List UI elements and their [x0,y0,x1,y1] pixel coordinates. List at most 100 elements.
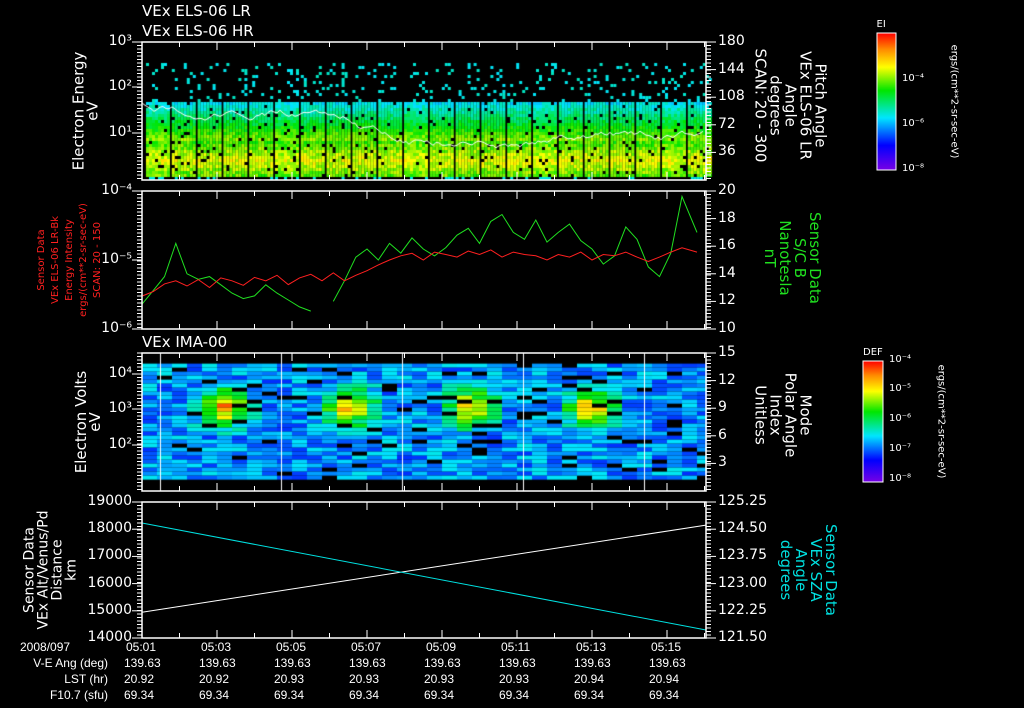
row-label: V-E Ang (deg) [33,656,108,670]
row-value: 139.63 [199,656,236,670]
polar-index-tick-label: 6 [718,426,727,443]
bfield-tick-label: 12 [718,292,736,309]
polar-index-tick-label: 9 [718,399,727,416]
sza-line [141,522,707,631]
bfield-tick-label: 16 [718,237,736,254]
energy-tick-label: 10³ [108,33,132,49]
row-label: F10.7 (sfu) [49,688,108,702]
time-label: 05:09 [426,640,457,654]
time-label: 05:13 [576,640,607,654]
row-value: 139.63 [424,656,461,670]
row-value: 69.34 [199,688,230,702]
distance-tick-label: 19000 [87,493,132,509]
row-value: 69.34 [274,688,305,702]
panel-frame-4 [141,501,707,639]
bfield-tick-label: 20 [718,182,736,198]
row-value: 69.34 [349,688,380,702]
intensity-tick-label: 10⁻⁶ [101,320,132,336]
row-value: 139.63 [649,656,686,670]
polar-index-tick-label: 3 [718,454,727,471]
energy-tick-label: 10¹ [108,124,132,140]
row-value: 139.63 [274,656,311,670]
ei-colorbar [876,32,897,171]
row-value: 69.34 [574,688,605,702]
sza-tick-label: 124.50 [718,520,767,537]
row-label: LST (hr) [64,672,108,686]
sza-tick-label: 123.00 [718,574,767,591]
def-colorbar-units: ergs/(cm**2-sr-sec-eV) [935,364,947,479]
panel1-title-lr: VEx ELS-06 LR [142,2,251,20]
ion-energy-tick-label: 10² [108,436,132,452]
row-value: 139.63 [124,656,161,670]
panel2-ylabel: Sensor Data VEx ELS-06 LR-Bk Energy Inte… [35,203,103,317]
panel4-y2label: Sensor Data VEx SZA Angle degrees [777,524,840,616]
panel-frame-1 [141,41,707,181]
distance-tick-label: 16000 [87,574,132,591]
row-value: 69.34 [124,688,155,702]
pitch-angle-tick-label: 144 [718,60,745,77]
sza-tick-label: 121.50 [718,629,767,645]
row-value: 20.93 [424,672,455,686]
pitch-angle-tick-label: 180 [718,33,745,49]
distance-tick-label: 15000 [87,601,132,618]
panel2-y2label: Sensor Data S/C B Nanotesla nT [761,212,824,304]
energy-tick-label: 10² [108,78,132,94]
bfield-tick-label: 14 [718,264,736,281]
panel3-y2label: Mode Polar Angle Index Unitless [750,372,814,458]
time-label: 05:03 [201,640,232,654]
def-colorbar-tick: 10⁻⁸ [889,473,912,484]
panel1-title-hr: VEx ELS-06 HR [142,22,254,40]
magnetic-field-line [141,194,698,312]
time-label: 05:05 [276,640,307,654]
time-label: 05:01 [126,640,157,654]
energy-intensity-line [141,247,698,297]
bfield-tick-label: 10 [718,320,736,336]
row-value: 20.92 [124,672,155,686]
polar-index-tick-label: 12 [718,371,736,388]
row-value: 69.34 [424,688,455,702]
sza-tick-label: 122.25 [718,601,767,618]
ei-colorbar-units: ergs/(cm**2-sr-sec-eV) [948,44,960,159]
distance-tick-label: 17000 [87,547,132,564]
row-value: 139.63 [349,656,386,670]
panel1-y2label: Pitch Angle VEx ELS-06 LR Angle degrees … [751,48,830,162]
row-value: 139.63 [499,656,536,670]
ei-colorbar-tick: 10⁻⁸ [902,163,925,174]
altitude-line [141,524,707,613]
row-value: 20.94 [649,672,680,686]
row-value: 20.93 [499,672,530,686]
distance-tick-label: 18000 [87,520,132,537]
pitch-angle-tick-label: 72 [718,115,736,132]
def-colorbar-tick: 10⁻⁵ [889,383,912,394]
panel-frame-3 [141,352,707,492]
date-label: 2008/097 [20,640,71,654]
def-colorbar-tick: 10⁻⁶ [889,413,912,424]
ei-colorbar-label: EI [876,19,886,30]
def-colorbar [862,360,884,483]
panel3-ylabel: Electron Volts eV [72,370,105,474]
ei-colorbar-tick: 10⁻⁶ [902,118,925,129]
panel4-ylabel: Sensor Data VEx Alt/Venus/Pd Distance km [21,510,80,630]
def-colorbar-tick: 10⁻⁷ [889,443,912,454]
row-value: 69.34 [649,688,680,702]
row-value: 20.94 [574,672,605,686]
panel1-ylabel: Electron Energy eV [68,51,101,171]
polar-index-tick-label: 15 [718,344,736,360]
sza-tick-label: 125.25 [718,493,767,509]
row-value: 20.93 [349,672,380,686]
intensity-tick-label: 10⁻⁴ [101,182,132,198]
row-value: 139.63 [574,656,611,670]
time-label: 05:11 [501,640,531,654]
ion-energy-tick-label: 10⁴ [108,365,132,381]
def-colorbar-tick: 10⁻⁴ [889,354,912,365]
ei-colorbar-tick: 10⁻⁴ [902,73,925,84]
def-colorbar-label: DEF [863,347,883,358]
row-value: 20.92 [199,672,230,686]
time-label: 05:07 [351,640,382,654]
time-label: 05:15 [651,640,682,654]
panel3-title: VEx IMA-00 [142,333,228,351]
row-value: 69.34 [499,688,530,702]
sza-tick-label: 123.75 [718,547,767,564]
ion-energy-tick-label: 10³ [108,400,132,416]
intensity-tick-label: 10⁻⁵ [101,251,132,267]
